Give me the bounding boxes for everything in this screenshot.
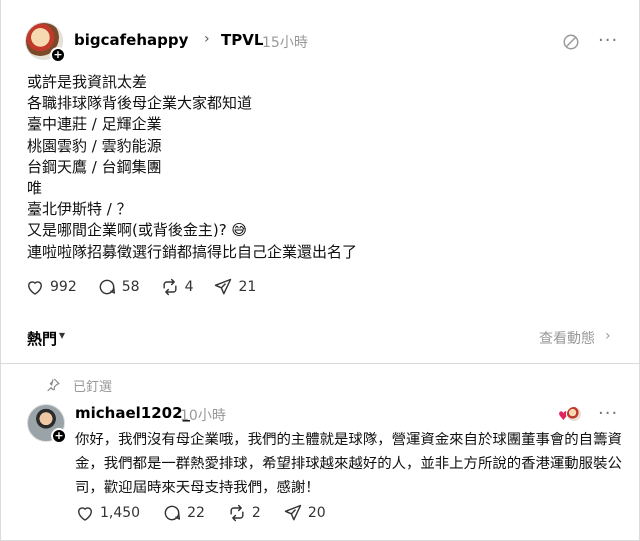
post-line: 臺北伊斯特 / ？	[27, 200, 132, 219]
community-tag[interactable]: TPVL	[221, 31, 263, 49]
like-button[interactable]: 992	[25, 277, 77, 297]
more-icon[interactable]: ···	[598, 30, 618, 51]
reply-count: 22	[187, 505, 205, 521]
reply-time: 10小時	[180, 408, 226, 424]
follow-plus-icon[interactable]: +	[51, 428, 67, 444]
mute-icon[interactable]	[562, 33, 580, 51]
chevron-right-icon: ›	[204, 31, 210, 47]
repost-button[interactable]: 2	[227, 503, 261, 523]
reply-actions: 1,450 22 2 20	[75, 502, 348, 524]
repost-icon	[230, 504, 244, 522]
chevron-right-icon[interactable]: ›	[605, 328, 611, 344]
heart-icon	[78, 507, 92, 521]
share-count: 20	[307, 505, 326, 521]
like-count: 992	[50, 279, 77, 295]
pinned-label: 已釘選	[73, 379, 113, 395]
repost-button[interactable]: 4	[160, 277, 194, 297]
share-button[interactable]: 20	[283, 503, 326, 523]
post-time: 15小時	[262, 35, 308, 51]
reply-text: 你好，我們沒有母企業哦，我們的主體就是球隊，營運資金來自於球團董事會的自籌資金，…	[75, 432, 622, 496]
share-count: 21	[238, 279, 257, 295]
like-count: 1,450	[100, 505, 141, 521]
post-line: 連啦啦隊招募徵選行銷都搞得比自己企業還出名了	[27, 242, 358, 261]
repost-count: 4	[184, 279, 194, 295]
post-actions: 992 58 4 21	[25, 276, 276, 298]
post-line: 或許是我資訊太差	[27, 73, 148, 91]
post-line: 台鋼天鷹 / 台鋼集團	[27, 157, 162, 176]
more-icon[interactable]: ···	[598, 403, 618, 424]
like-button[interactable]: 1,450	[75, 503, 140, 523]
reply-count: 58	[121, 279, 140, 295]
author-liked-badge: ♥	[558, 406, 582, 424]
view-activity-link[interactable]: 查看動態	[539, 328, 595, 348]
post-header: + bigcafehappy › TPVL 15小時 ···	[25, 22, 625, 66]
post-username[interactable]: bigcafehappy	[74, 31, 188, 49]
follow-plus-icon[interactable]: +	[50, 47, 66, 63]
post-line: 又是哪間企業啊(或背後金主)? 😅	[27, 221, 248, 240]
repost-icon	[163, 278, 177, 296]
comment-icon	[99, 279, 115, 295]
post-line: 臺中連莊 / 足輝企業	[27, 115, 162, 134]
chevron-down-icon[interactable]: ▾	[59, 328, 65, 342]
post-line: 各職排球隊背後母企業大家都知道	[27, 94, 253, 113]
pin-icon	[47, 378, 60, 392]
reply-button[interactable]: 22	[162, 503, 205, 523]
share-icon	[215, 278, 232, 295]
heart-icon	[28, 281, 42, 295]
sort-dropdown[interactable]: 熱門	[27, 328, 57, 349]
repost-count: 2	[251, 505, 261, 521]
share-button[interactable]: 21	[213, 277, 256, 297]
sort-bar: 熱門 ▾ 查看動態 ›	[1, 318, 640, 364]
post-line: 桃園雲豹 / 雲豹能源	[27, 136, 162, 155]
thread-frame: + bigcafehappy › TPVL 15小時 ··· 或許是我資訊太差 …	[0, 0, 640, 541]
avatar	[566, 406, 582, 422]
post-body: 或許是我資訊太差 各職排球隊背後母企業大家都知道 臺中連莊 / 足輝企業 桃園雲…	[27, 72, 617, 263]
pinned-indicator: 已釘選	[45, 376, 113, 395]
reply-username[interactable]: michael1202_	[75, 404, 190, 422]
post-line: 唯	[27, 179, 43, 198]
reply-button[interactable]: 58	[97, 277, 140, 297]
share-icon	[284, 504, 302, 521]
comment-icon	[164, 505, 181, 521]
